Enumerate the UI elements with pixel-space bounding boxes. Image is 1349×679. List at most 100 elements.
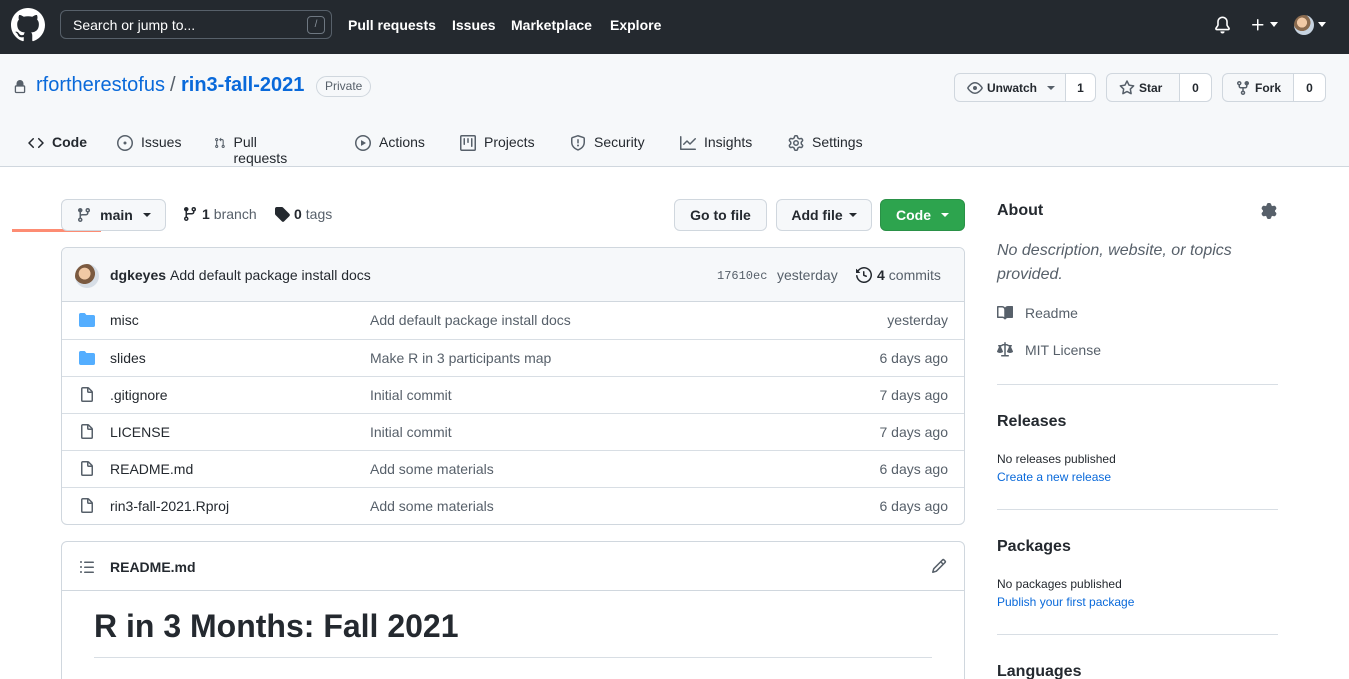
file-row[interactable]: slides Make R in 3 participants map 6 days… — [62, 339, 964, 376]
tab-actions-label: Actions — [379, 134, 425, 150]
add-file-button[interactable]: Add file — [776, 199, 872, 231]
file-name[interactable]: LICENSE — [110, 424, 170, 440]
add-file-caret-icon — [848, 213, 857, 217]
file-name[interactable]: rin3-fall-2021.Rproj — [110, 498, 229, 514]
repo-owner-link[interactable]: rfortherestofus — [36, 74, 165, 97]
nav-pull-requests[interactable]: Pull requests — [348, 17, 436, 33]
readme-link-label: Readme — [1025, 305, 1078, 321]
commit-sha[interactable]: 17610ec — [717, 269, 767, 283]
github-logo-icon[interactable] — [11, 8, 45, 42]
latest-commit-bar: dgkeyes Add default package install docs… — [62, 248, 964, 302]
repository-header: rfortherestofus / rin3-fall-2021 Private… — [0, 54, 1349, 232]
repo-name-link[interactable]: rin3-fall-2021 — [181, 74, 304, 97]
packages-heading[interactable]: Packages — [997, 538, 1071, 556]
file-commit-message[interactable]: Add some materials — [370, 498, 494, 514]
commit-message[interactable]: Add default package install docs — [170, 267, 371, 283]
search-shortcut-hint: / — [307, 16, 325, 34]
file-name[interactable]: README.md — [110, 461, 193, 477]
issue-icon — [117, 135, 133, 151]
file-row[interactable]: .gitignore Initial commit 7 days ago — [62, 376, 964, 413]
tab-security-label: Security — [594, 134, 645, 150]
create-new-plus-icon[interactable] — [1250, 17, 1266, 33]
readme-filename[interactable]: README.md — [110, 559, 196, 575]
branch-name: main — [100, 207, 133, 223]
watch-count[interactable]: 1 — [1066, 74, 1095, 101]
search-input[interactable]: Search or jump to... / — [60, 10, 332, 39]
file-row[interactable]: misc Add default package install docs yest… — [62, 302, 964, 339]
go-to-file-label: Go to file — [690, 207, 751, 223]
file-commit-message[interactable]: Add some materials — [370, 461, 494, 477]
create-new-caret-icon[interactable] — [1270, 22, 1278, 27]
star-count[interactable]: 0 — [1180, 74, 1211, 101]
file-row[interactable]: README.md Add some materials 6 days ago — [62, 450, 964, 487]
code-download-button[interactable]: Code — [880, 199, 965, 231]
tab-actions[interactable]: Actions — [355, 120, 425, 167]
list-unordered-icon[interactable] — [79, 559, 95, 575]
nav-marketplace[interactable]: Marketplace — [511, 17, 592, 33]
tag-word: tags — [305, 206, 333, 222]
code-caret-icon — [941, 213, 949, 217]
packages-empty-text: No packages published — [997, 577, 1122, 591]
file-age: yesterday — [887, 312, 948, 328]
nav-issues[interactable]: Issues — [452, 17, 496, 33]
file-name[interactable]: slides — [110, 350, 146, 366]
file-commit-message[interactable]: Make R in 3 participants map — [370, 350, 551, 366]
file-age: 7 days ago — [879, 387, 949, 403]
branch-select-button[interactable]: main — [61, 199, 166, 231]
file-icon — [81, 424, 93, 439]
book-icon — [997, 305, 1013, 320]
notifications-bell-icon[interactable] — [1214, 16, 1231, 34]
tab-projects[interactable]: Projects — [460, 120, 535, 167]
file-browser: dgkeyes Add default package install docs… — [61, 247, 965, 525]
commit-author-avatar[interactable] — [75, 264, 99, 288]
gear-icon — [788, 135, 804, 151]
pencil-edit-icon[interactable] — [931, 558, 947, 574]
tab-code-label: Code — [52, 134, 87, 150]
tab-code[interactable]: Code — [28, 120, 87, 167]
go-to-file-button[interactable]: Go to file — [674, 199, 767, 231]
readme-heading-divider — [94, 657, 932, 658]
file-age: 6 days ago — [879, 461, 949, 477]
eye-icon — [967, 81, 983, 94]
publish-package-link[interactable]: Publish your first package — [997, 595, 1134, 609]
license-link[interactable]: MIT License — [997, 342, 1101, 358]
folder-icon — [79, 313, 95, 327]
tab-settings[interactable]: Settings — [788, 120, 863, 167]
nav-explore[interactable]: Explore — [610, 17, 661, 33]
user-avatar[interactable] — [1294, 15, 1314, 35]
code-icon — [28, 137, 44, 149]
file-commit-message[interactable]: Initial commit — [370, 424, 452, 440]
folder-icon — [79, 351, 95, 365]
fork-button[interactable]: Fork — [1223, 74, 1294, 101]
commit-author[interactable]: dgkeyes — [110, 267, 166, 283]
file-commit-message[interactable]: Initial commit — [370, 387, 452, 403]
unwatch-label: Unwatch — [986, 80, 1037, 95]
branches-link[interactable]: 1 branch — [182, 206, 257, 222]
readme-heading: R in 3 Months: Fall 2021 — [94, 608, 459, 644]
file-age: 6 days ago — [879, 350, 949, 366]
about-settings-gear-icon[interactable] — [1261, 203, 1277, 219]
file-name[interactable]: misc — [110, 312, 139, 328]
tab-issues[interactable]: Issues — [117, 120, 181, 167]
fork-count[interactable]: 0 — [1294, 74, 1325, 101]
create-release-link[interactable]: Create a new release — [997, 470, 1111, 484]
file-commit-message[interactable]: Add default package install docs — [370, 312, 571, 328]
unwatch-button[interactable]: Unwatch — [955, 74, 1066, 101]
add-file-label: Add file — [791, 207, 843, 223]
visibility-badge: Private — [316, 76, 372, 97]
tab-pull-requests[interactable]: Pull requests — [214, 120, 292, 167]
star-label: Star — [1139, 80, 1163, 95]
releases-heading[interactable]: Releases — [997, 413, 1066, 431]
user-menu-caret-icon[interactable] — [1318, 22, 1326, 27]
tags-link[interactable]: 0 tags — [274, 206, 332, 222]
tab-security[interactable]: Security — [570, 120, 645, 167]
branch-count: 1 — [202, 206, 210, 222]
tag-icon — [275, 207, 290, 222]
readme-link[interactable]: Readme — [997, 305, 1078, 321]
file-name[interactable]: .gitignore — [110, 387, 168, 403]
commits-history-link[interactable]: 4 commits — [856, 267, 941, 283]
file-row[interactable]: LICENSE Initial commit 7 days ago — [62, 413, 964, 450]
star-button[interactable]: Star — [1107, 74, 1180, 101]
tab-insights[interactable]: Insights — [680, 120, 752, 167]
file-row[interactable]: rin3-fall-2021.Rproj Add some materials 6 … — [62, 487, 964, 524]
